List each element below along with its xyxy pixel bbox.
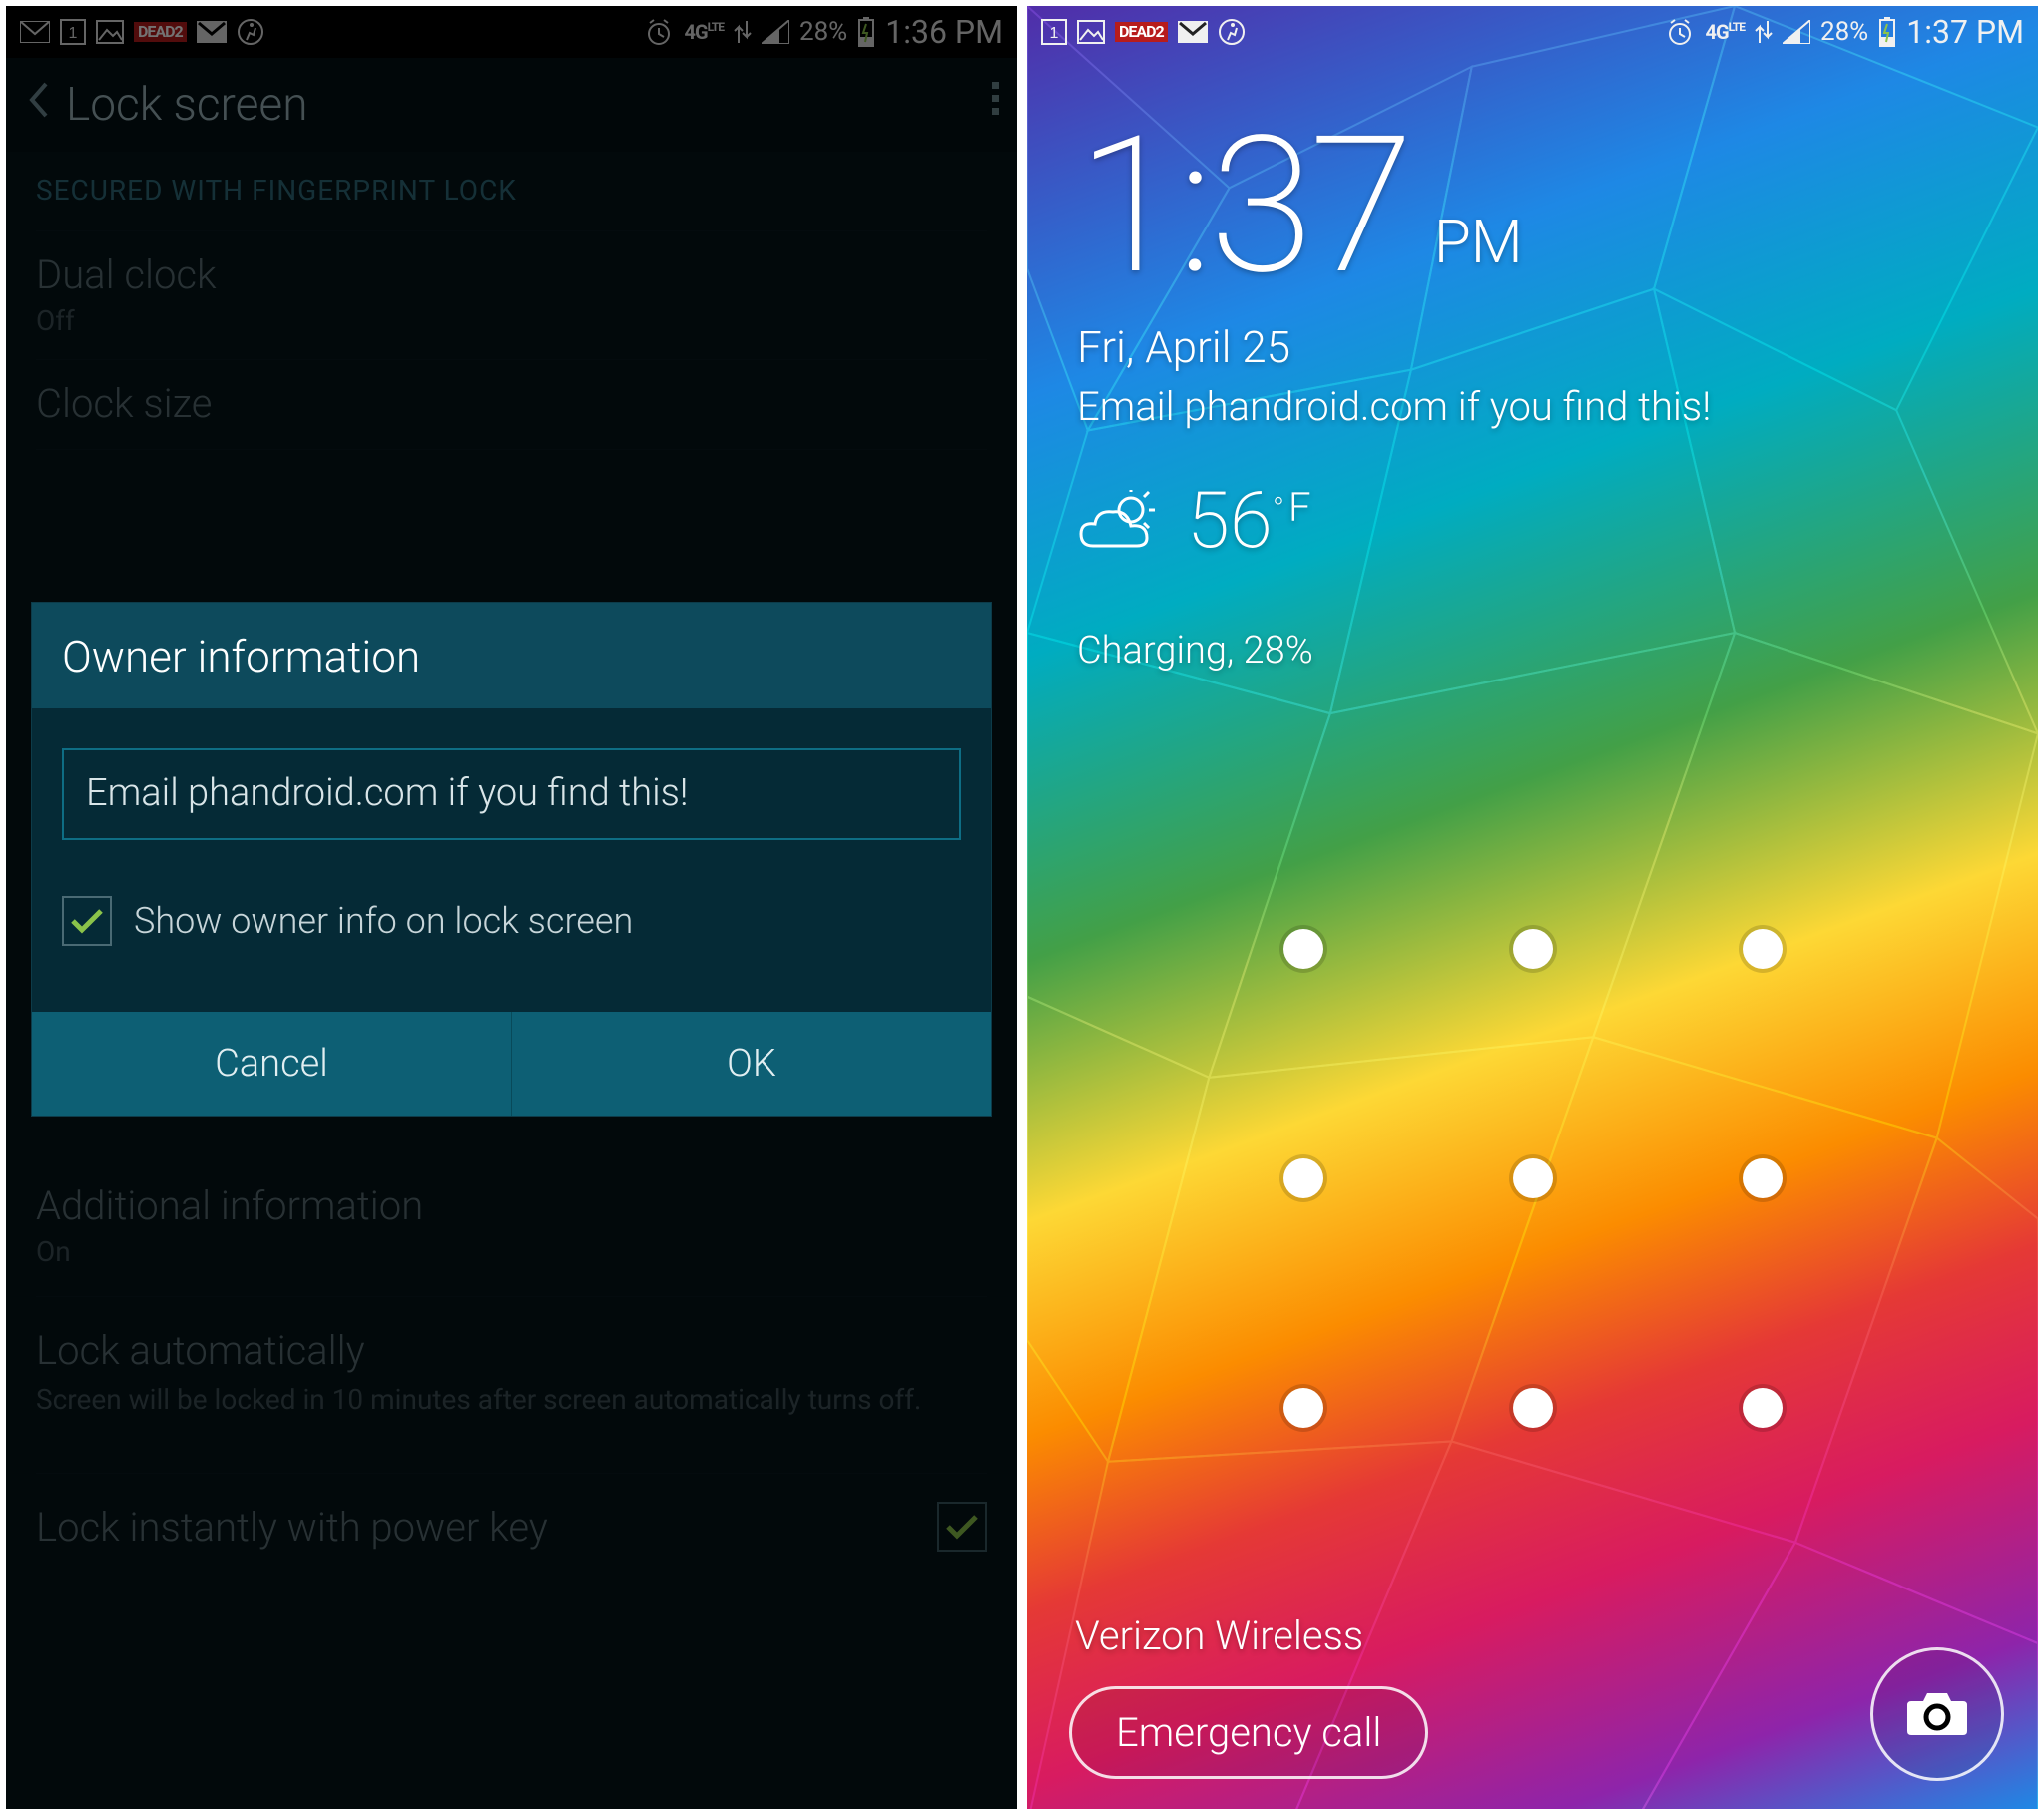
alarm-icon [1665,17,1695,47]
pattern-dot[interactable] [1743,1388,1783,1428]
camera-shortcut-button[interactable] [1870,1647,2004,1781]
temperature-value: 56 [1187,476,1273,567]
dialog-buttons: Cancel OK [32,1012,991,1116]
pattern-dot[interactable] [1513,1388,1553,1428]
emergency-call-button[interactable]: Emergency call [1069,1686,1428,1779]
running-icon [1218,18,1246,46]
battery-percent: 28% [1820,17,1868,47]
svg-text:1: 1 [1050,25,1059,42]
gallery-icon [1077,20,1105,44]
lock-clock: 1:37 [1077,112,1410,301]
data-arrows-icon [1755,21,1773,43]
status-left: 1 DEAD2 [1041,18,1246,46]
temperature-readout: 56°F [1187,476,1311,567]
show-owner-info-row[interactable]: Show owner info on lock screen [62,896,961,946]
pattern-dot[interactable] [1743,929,1783,969]
network-4g-icon: 4GLTE [1705,20,1744,44]
pattern-dot[interactable] [1513,929,1553,969]
weather-row: 56°F [1077,476,1988,567]
charging-status: Charging, 28% [1077,629,1988,673]
signal-icon [1783,20,1810,44]
emergency-call-wrap: Emergency call [1069,1686,1428,1779]
pattern-dot[interactable] [1283,1158,1323,1198]
pattern-dot[interactable] [1283,1388,1323,1428]
battery-charging-icon [1878,17,1896,47]
owner-info-input[interactable]: Email phandroid.com if you find this! [62,748,961,840]
ok-button[interactable]: OK [511,1012,991,1116]
checkbox-label: Show owner info on lock screen [134,900,633,942]
temperature-unit: F [1288,484,1311,531]
phone-lockscreen: 1 DEAD2 4GLTE [1027,6,2038,1809]
lock-date: Fri, April 25 [1077,321,1988,373]
status-time: 1:37 PM [1906,13,2024,51]
weather-partly-cloudy-icon [1077,490,1163,554]
phone-settings: 1 DEAD2 4GLTE [6,6,1017,1809]
dialog-title: Owner information [32,603,991,708]
dialog-body: Email phandroid.com if you find this! Sh… [32,708,991,972]
gmail-icon [1178,21,1208,43]
cancel-button[interactable]: Cancel [32,1012,511,1116]
owner-info-dialog: Owner information Email phandroid.com if… [32,603,991,1116]
camera-icon [1905,1689,1969,1739]
pattern-dot[interactable] [1283,929,1323,969]
screenshot-pair: 1 DEAD2 4GLTE [0,0,2044,1815]
status-bar: 1 DEAD2 4GLTE [1027,6,2038,58]
owner-info-text: Email phandroid.com if you find this! [1077,383,1988,430]
pattern-dot[interactable] [1743,1158,1783,1198]
carrier-label: Verizon Wireless [1075,1612,1363,1659]
sim1-icon: 1 [1041,19,1067,45]
lock-ampm: PM [1434,207,1523,301]
checkbox-checked[interactable] [62,896,112,946]
pattern-dot[interactable] [1513,1158,1553,1198]
dead-trigger-icon: DEAD2 [1115,22,1168,42]
status-right: 4GLTE 28% 1:37 PM [1665,13,2024,51]
pattern-unlock-grid[interactable] [1189,834,1877,1523]
